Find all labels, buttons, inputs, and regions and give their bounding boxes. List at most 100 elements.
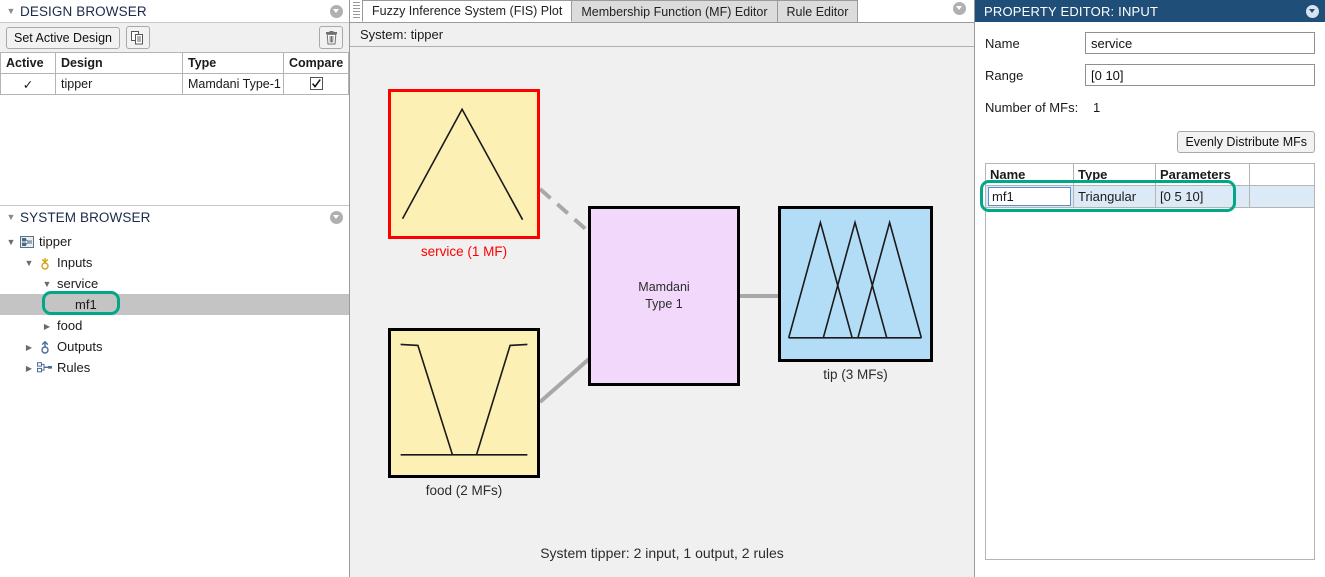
twisty-open-icon[interactable] [4, 237, 18, 247]
service-mf-plot [391, 92, 537, 236]
mf-parameters-cell[interactable]: [0 5 10] [1155, 185, 1250, 208]
mf-count-row: Number of MFs: 1 [985, 96, 1315, 118]
duplicate-design-button[interactable] [125, 26, 150, 49]
mf-type-cell[interactable]: Triangular [1073, 185, 1156, 208]
active-check-cell: ✓ [0, 73, 56, 95]
system-browser-header: ▼ SYSTEM BROWSER [0, 206, 349, 228]
design-browser-panel: ▼ DESIGN BROWSER Set Active Design Activ… [0, 0, 349, 205]
twisty-closed-icon[interactable] [22, 342, 36, 352]
tree-item-mf1[interactable]: mf1 [0, 294, 349, 315]
food-block-body[interactable] [388, 328, 540, 478]
tree-item-tipper[interactable]: tipper [0, 231, 349, 252]
name-label: Name [985, 35, 1020, 51]
tab-mf-editor[interactable]: Membership Function (MF) Editor [571, 0, 778, 22]
design-name-cell[interactable]: tipper [55, 73, 183, 95]
service-block-body[interactable] [388, 89, 540, 239]
tree-item-outputs[interactable]: Outputs [0, 336, 349, 357]
name-field-row: Name [985, 32, 1315, 54]
tip-block-body[interactable] [778, 206, 933, 362]
property-editor-title: PROPERTY EDITOR: INPUT [984, 3, 1159, 19]
column-header-active[interactable]: Active [0, 52, 56, 74]
design-type-cell: Mamdani Type-1 [182, 73, 284, 95]
mf-table-header-row: Name Type Parameters [985, 163, 1315, 186]
center-panel-column: Fuzzy Inference System (FIS) Plot Member… [350, 0, 975, 577]
twisty-closed-icon[interactable] [40, 321, 54, 331]
mf-extra-cell [1249, 185, 1315, 208]
tab-options-button[interactable] [953, 1, 974, 21]
tree-item-inputs[interactable]: Inputs [0, 252, 349, 273]
twisty-closed-icon[interactable] [22, 363, 36, 373]
table-row[interactable]: mf1 Triangular [0 5 10] [985, 185, 1315, 208]
editor-tab-bar: Fuzzy Inference System (FIS) Plot Member… [350, 0, 974, 23]
twisty-open-icon[interactable] [22, 258, 36, 268]
name-input[interactable] [1085, 32, 1315, 54]
engine-block-body[interactable]: Mamdani Type 1 [588, 206, 740, 386]
column-header-name[interactable]: Name [985, 163, 1074, 186]
mf-table: Name Type Parameters mf1 Triangular [0 5… [985, 163, 1315, 208]
range-input[interactable] [1085, 64, 1315, 86]
system-label: System: tipper [350, 23, 974, 47]
column-header-compare[interactable]: Compare [283, 52, 349, 74]
design-table-header-row: Active Design Type Compare [0, 52, 349, 74]
mf-table-container: Name Type Parameters mf1 Triangular [0 5… [985, 163, 1315, 577]
service-block-caption: service (1 MF) [420, 244, 508, 259]
chevron-down-circle-icon[interactable] [330, 210, 343, 224]
design-browser-header: ▼ DESIGN BROWSER [0, 0, 349, 22]
system-browser-title: SYSTEM BROWSER [20, 209, 151, 225]
range-field-row: Range [985, 64, 1315, 86]
tree-item-label: Rules [57, 360, 91, 375]
chevron-down-circle-icon[interactable] [953, 1, 966, 15]
tree-item-food[interactable]: food [0, 315, 349, 336]
fis-block-tip[interactable]: tip (3 MFs) [778, 206, 933, 382]
rules-icon [36, 361, 54, 374]
tab-rule-editor[interactable]: Rule Editor [776, 0, 859, 22]
fis-icon [18, 235, 36, 248]
design-browser-toolbar: Set Active Design [0, 22, 349, 52]
tip-block-caption: tip (3 MFs) [823, 367, 888, 382]
mf-table-empty-area[interactable] [985, 208, 1315, 560]
fis-diagram-canvas[interactable]: service (1 MF) food (2 MFs) Mamdani Type… [350, 47, 974, 577]
engine-type-line1: Mamdani [638, 280, 690, 294]
compare-checkbox-cell[interactable] [283, 73, 349, 95]
connector-food-to-engine [538, 357, 591, 404]
fis-block-service[interactable]: service (1 MF) [388, 89, 540, 259]
tip-mf-plot [781, 209, 930, 359]
tab-fis-plot[interactable]: Fuzzy Inference System (FIS) Plot [362, 0, 573, 22]
delete-design-button[interactable] [319, 26, 343, 49]
design-browser-title: DESIGN BROWSER [20, 3, 147, 19]
design-table-empty-area [0, 95, 349, 205]
chevron-down-circle-icon[interactable] [330, 4, 343, 18]
column-header-parameters[interactable]: Parameters [1155, 163, 1250, 186]
column-header-type[interactable]: Type [1073, 163, 1156, 186]
tree-item-label: mf1 [75, 297, 97, 312]
design-table: Active Design Type Compare ✓ tipper Mamd… [0, 52, 349, 95]
tree-item-rules[interactable]: Rules [0, 357, 349, 378]
system-browser-panel: ▼ SYSTEM BROWSER ▼ tipper ▼ Inputs ▼ ser… [0, 205, 349, 577]
tree-item-label: tipper [39, 234, 72, 249]
twisty-open-icon[interactable] [40, 279, 54, 289]
mf-name-editor[interactable]: mf1 [988, 187, 1071, 206]
tree-item-label: food [57, 318, 83, 333]
fis-block-engine[interactable]: Mamdani Type 1 [588, 206, 740, 386]
mf-count-value: 1 [1093, 99, 1101, 115]
tree-item-service[interactable]: service [0, 273, 349, 294]
table-row[interactable]: ✓ tipper Mamdani Type-1 [0, 73, 349, 95]
property-editor-body: Name Range Number of MFs: 1 Evenly Distr… [975, 22, 1325, 577]
evenly-distribute-mfs-button[interactable]: Evenly Distribute MFs [1177, 131, 1315, 153]
mf-name-cell[interactable]: mf1 [985, 185, 1074, 208]
collapse-caret-icon[interactable]: ▼ [4, 212, 18, 222]
column-header-type[interactable]: Type [182, 52, 284, 74]
trash-icon [325, 30, 337, 44]
set-active-design-button[interactable]: Set Active Design [6, 26, 120, 49]
checkbox-checked-icon[interactable] [309, 77, 323, 90]
collapse-caret-icon[interactable]: ▼ [4, 6, 18, 16]
connector-service-to-engine [538, 187, 591, 234]
column-header-design[interactable]: Design [55, 52, 183, 74]
duplicate-icon [131, 30, 144, 44]
chevron-down-circle-icon[interactable] [1306, 4, 1319, 18]
column-header-extra [1249, 163, 1315, 186]
property-editor-header: PROPERTY EDITOR: INPUT [975, 0, 1325, 22]
fis-block-food[interactable]: food (2 MFs) [388, 328, 540, 498]
tab-drag-handle[interactable] [353, 2, 360, 20]
system-tree: tipper Inputs service [0, 228, 349, 577]
